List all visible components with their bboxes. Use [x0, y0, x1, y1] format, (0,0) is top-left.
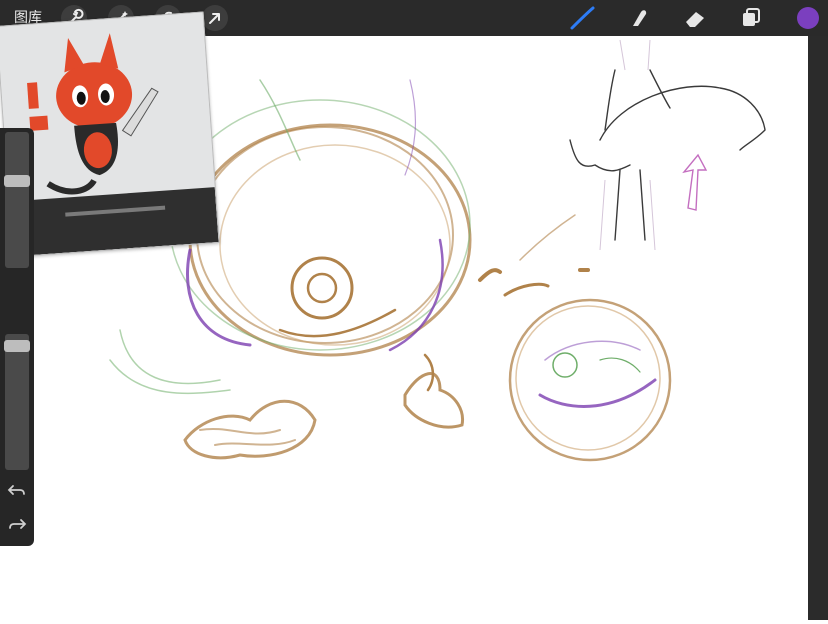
right-edge — [808, 36, 828, 620]
opacity-slider[interactable] — [5, 334, 29, 470]
side-toolbar — [0, 128, 34, 546]
transform-arrow-icon[interactable] — [202, 5, 228, 31]
opacity-thumb[interactable] — [4, 340, 30, 353]
redo-icon[interactable] — [7, 516, 27, 532]
brush-size-thumb[interactable] — [4, 175, 30, 188]
eraser-icon[interactable] — [681, 4, 709, 32]
smudge-icon[interactable] — [625, 4, 653, 32]
undo-icon[interactable] — [7, 482, 27, 498]
layers-icon[interactable] — [738, 4, 766, 32]
brush-size-slider[interactable] — [5, 132, 29, 268]
brush-icon[interactable] — [568, 4, 596, 32]
color-swatch[interactable] — [797, 7, 819, 29]
